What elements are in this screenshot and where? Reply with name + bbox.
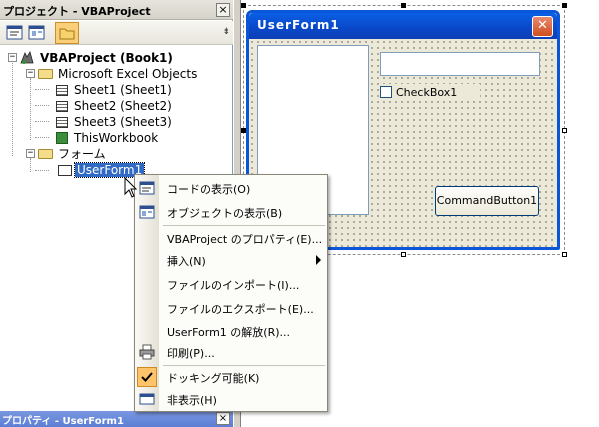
menu-item-hide[interactable]: 非表示(H) xyxy=(135,388,327,410)
tree-item-label: ThisWorkbook xyxy=(74,131,159,145)
tree-item-sheet[interactable]: Sheet2 (Sheet2) xyxy=(54,98,174,114)
userform-title: UserForm1 xyxy=(257,18,340,32)
project-explorer-title: プロジェクト - VBAProject xyxy=(3,5,151,18)
close-icon[interactable]: ✕ xyxy=(532,16,553,37)
project-explorer-titlebar[interactable]: プロジェクト - VBAProject × xyxy=(0,0,233,20)
tree-collapse-toggle[interactable]: − xyxy=(26,69,35,78)
checkbox-control[interactable]: CheckBox1 xyxy=(380,84,480,100)
printer-icon xyxy=(139,344,155,360)
menu-item-label: VBAProject のプロパティ(E)... xyxy=(167,233,323,246)
workbook-icon xyxy=(56,132,68,144)
tree-item-sheet[interactable]: Sheet1 (Sheet1) xyxy=(54,82,174,98)
menu-item-remove[interactable]: UserForm1 の解放(R)... xyxy=(135,320,327,342)
properties-titlebar[interactable]: プロパティ - UserForm1 × xyxy=(0,411,233,427)
menu-item-label: ファイルのインポート(I)... xyxy=(167,279,300,292)
menu-item-view-object[interactable]: オブジェクトの表示(B) xyxy=(135,201,327,223)
tree-item-label: フォーム xyxy=(58,147,106,161)
folder-icon xyxy=(38,69,53,79)
menu-item-import-file[interactable]: ファイルのインポート(I)... xyxy=(135,273,327,295)
tree-item-label: VBAProject (Book1) xyxy=(40,51,173,65)
command-button-control[interactable]: CommandButton1 xyxy=(435,186,539,216)
close-icon[interactable]: × xyxy=(216,3,230,17)
tree-item-forms[interactable]: フォーム xyxy=(38,146,108,162)
menu-item-label: 非表示(H) xyxy=(167,394,217,407)
menu-item-label: オブジェクトの表示(B) xyxy=(167,207,283,220)
hide-window-icon xyxy=(139,393,155,405)
context-menu: コードの表示(O) オブジェクトの表示(B) VBAProject のプロパティ… xyxy=(134,174,328,412)
worksheet-icon xyxy=(56,84,68,96)
worksheet-icon xyxy=(56,100,68,112)
checkmark-icon xyxy=(137,367,157,387)
menu-item-label: 印刷(P)... xyxy=(167,347,215,360)
checkbox-label: CheckBox1 xyxy=(396,85,458,99)
menu-item-label: 挿入(N) xyxy=(167,255,206,268)
menu-item-label: コードの表示(O) xyxy=(167,183,251,196)
toolbar-overflow-icon[interactable]: ⇟ xyxy=(222,27,230,37)
resize-handle[interactable] xyxy=(562,3,567,8)
view-code-button[interactable] xyxy=(6,24,24,42)
tree-item-label: Sheet1 (Sheet1) xyxy=(74,83,172,97)
textbox-control[interactable] xyxy=(380,52,540,76)
userform-icon xyxy=(58,164,72,176)
resize-handle[interactable] xyxy=(401,3,406,8)
menu-item-project-properties[interactable]: VBAProject のプロパティ(E)... xyxy=(135,227,327,249)
tree-item-workbook[interactable]: ThisWorkbook xyxy=(54,130,160,146)
menu-item-export-file[interactable]: ファイルのエクスポート(E)... xyxy=(135,297,327,319)
form-view-icon xyxy=(28,25,45,40)
mouse-pointer-icon xyxy=(124,177,138,198)
tree-item-label: Microsoft Excel Objects xyxy=(58,67,198,81)
tree-item-excel-objects[interactable]: Microsoft Excel Objects xyxy=(38,66,199,82)
tree-collapse-toggle[interactable]: − xyxy=(26,149,35,158)
menu-item-label: ドッキング可能(K) xyxy=(167,372,260,385)
view-object-button[interactable] xyxy=(28,24,46,42)
worksheet-icon xyxy=(56,116,68,128)
resize-handle[interactable] xyxy=(241,3,246,8)
tree-collapse-toggle[interactable]: − xyxy=(8,53,17,62)
form-view-icon xyxy=(139,205,155,219)
toggle-folders-button[interactable] xyxy=(55,22,79,44)
resize-handle[interactable] xyxy=(562,128,567,133)
resize-handle[interactable] xyxy=(401,252,406,257)
folder-icon xyxy=(38,149,53,159)
close-icon[interactable]: × xyxy=(216,412,230,425)
menu-item-dockable[interactable]: ドッキング可能(K) xyxy=(135,366,327,388)
submenu-arrow-icon xyxy=(316,255,321,265)
resize-handle[interactable] xyxy=(562,252,567,257)
tree-item-sheet[interactable]: Sheet3 (Sheet3) xyxy=(54,114,174,130)
menu-item-label: UserForm1 の解放(R)... xyxy=(167,326,290,339)
menu-item-view-code[interactable]: コードの表示(O) xyxy=(135,177,327,199)
menu-separator xyxy=(163,225,325,226)
tree-item-project[interactable]: VBAProject (Book1) xyxy=(19,50,175,66)
project-explorer-toolbar: ⇟ xyxy=(0,21,233,45)
tree-item-userform[interactable]: UserForm1 xyxy=(58,162,146,178)
properties-title: プロパティ - UserForm1 xyxy=(2,416,124,427)
menu-item-print[interactable]: 印刷(P)... xyxy=(135,341,327,363)
menu-item-insert[interactable]: 挿入(N) xyxy=(135,249,327,271)
checkbox-box[interactable] xyxy=(380,86,392,98)
folder-icon xyxy=(59,28,75,40)
userform-titlebar[interactable]: UserForm1 ✕ xyxy=(249,13,557,39)
tree-item-label: Sheet2 (Sheet2) xyxy=(74,99,172,113)
code-view-icon xyxy=(6,25,23,40)
tree-item-label: Sheet3 (Sheet3) xyxy=(74,115,172,129)
vba-project-icon xyxy=(20,51,34,64)
code-view-icon xyxy=(139,181,155,195)
menu-item-label: ファイルのエクスポート(E)... xyxy=(167,303,314,316)
